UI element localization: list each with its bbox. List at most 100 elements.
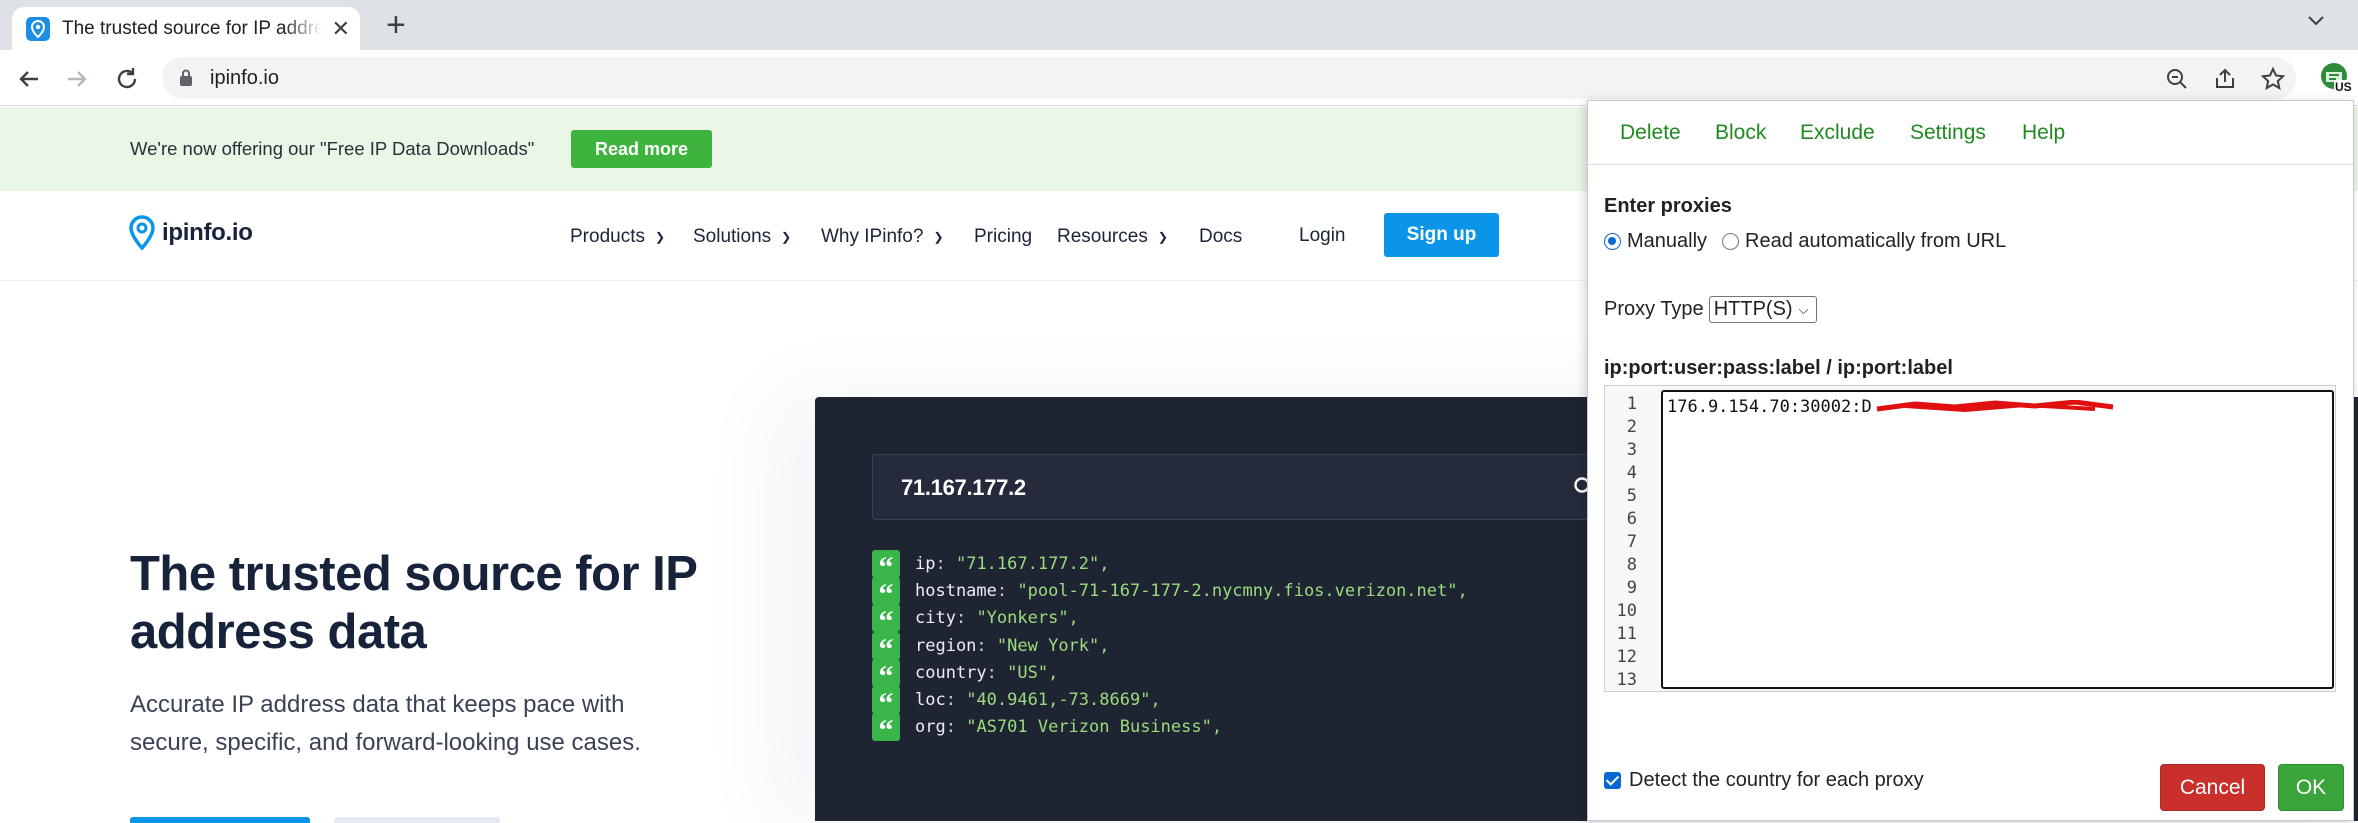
nav-pricing-label: Pricing (974, 226, 1033, 247)
nav-products-label: Products (570, 226, 645, 247)
line-number: 13 (1616, 670, 1637, 690)
json-row: “ ip: "71.167.177.2", (872, 550, 1110, 584)
json-value: "pool-71-167-177-2.nycmny.fios.verizon.n… (1017, 581, 1468, 602)
line-number: 2 (1626, 417, 1637, 437)
url-text[interactable]: ipinfo.io (210, 67, 279, 90)
redaction-scribble (1876, 400, 2114, 412)
line-number: 12 (1616, 647, 1637, 667)
nav-solutions[interactable]: Solutions ❯ (693, 226, 791, 248)
hero-primary-button[interactable] (130, 817, 310, 823)
menu-help[interactable]: Help (2022, 121, 2065, 145)
radio-url-label: Read automatically from URL (1745, 230, 2007, 252)
radio-manually-control[interactable] (1604, 233, 1621, 250)
proxy-extension-button[interactable]: US (2316, 58, 2356, 98)
json-key: ip (915, 554, 936, 574)
ipinfo-favicon-icon (26, 16, 50, 41)
browser-tab[interactable]: The trusted source for IP address data ✕ (12, 7, 360, 50)
banner-text: We're now offering our "Free IP Data Dow… (130, 138, 535, 159)
hero-secondary-button[interactable] (334, 817, 500, 823)
hero-subtitle: Accurate IP address data that keeps pace… (130, 691, 641, 756)
chevron-down-icon: ❯ (1157, 230, 1168, 244)
address-bar[interactable]: ipinfo.io (162, 57, 2296, 99)
read-more-button[interactable]: Read more (571, 130, 712, 168)
share-icon[interactable] (2212, 66, 2238, 92)
line-number-gutter: 1 2 3 4 5 6 7 8 9 10 11 12 13 (1605, 386, 1645, 691)
reload-icon[interactable] (112, 64, 142, 94)
lock-icon[interactable] (178, 68, 194, 88)
json-value: "40.9461,-73.8669", (966, 690, 1161, 710)
json-colon: : (986, 662, 1008, 683)
tab-list-chevron-icon[interactable] (2303, 8, 2329, 34)
popup-menu: Delete Block Exclude Settings Help (1588, 101, 2353, 165)
radio-url-control[interactable] (1722, 233, 1739, 250)
ip-search-input[interactable]: 71.167.177.2 (872, 454, 1594, 520)
line-number: 8 (1626, 555, 1637, 575)
proxy-line-1[interactable]: 176.9.154.70:30002:D (1667, 397, 1872, 417)
location-pin-logo-icon (129, 215, 155, 251)
json-row: “ region: "New York", (872, 631, 1110, 666)
ip-search-value[interactable]: 71.167.177.2 (901, 475, 1026, 501)
menu-delete[interactable]: Delete (1620, 121, 1681, 145)
chevron-down-icon: ❯ (781, 230, 792, 244)
menu-settings[interactable]: Settings (1910, 121, 1986, 145)
json-colon: : (935, 554, 956, 574)
proxy-type-row: Proxy Type HTTP(S) ⌵ (1604, 296, 1818, 323)
nav-resources[interactable]: Resources ❯ (1057, 226, 1168, 248)
json-row: “ loc: "40.9461,-73.8669", (872, 686, 1161, 720)
json-key: country (915, 662, 987, 683)
bookmark-star-icon[interactable] (2260, 66, 2286, 92)
json-value: "71.167.177.2", (955, 554, 1110, 574)
radio-read-from-url[interactable]: Read automatically from URL (1722, 230, 2006, 253)
radio-manually[interactable]: Manually (1604, 230, 1707, 253)
json-colon: : (945, 690, 967, 710)
json-key: loc (915, 690, 946, 710)
nav-why-ipinfo[interactable]: Why IPinfo? ❯ (821, 226, 944, 248)
hero-title: The trusted source for IP address data (130, 547, 697, 659)
nav-solutions-label: Solutions (693, 226, 772, 247)
json-colon: : (945, 717, 967, 738)
radio-manually-label: Manually (1627, 230, 1708, 252)
ok-button[interactable]: OK (2278, 764, 2344, 811)
proxy-type-label: Proxy Type (1604, 298, 1704, 320)
proxy-type-select[interactable]: HTTP(S) ⌵ (1708, 296, 1818, 323)
proxy-textarea[interactable]: 176.9.154.70:30002:D (1661, 390, 2334, 689)
nav-pricing[interactable]: Pricing (974, 226, 1032, 248)
json-row: “ country: "US", (872, 658, 1059, 693)
quote-icon: “ (872, 550, 900, 584)
json-key: city (915, 608, 956, 629)
nav-docs-label: Docs (1199, 226, 1243, 247)
quote-icon: “ (872, 658, 900, 693)
quote-icon: “ (872, 713, 900, 747)
json-value: "US", (1007, 662, 1059, 683)
line-number: 5 (1626, 486, 1637, 506)
login-link[interactable]: Login (1299, 225, 1346, 247)
json-row: “ org: "AS701 Verizon Business", (872, 713, 1222, 747)
menu-block[interactable]: Block (1715, 121, 1766, 145)
detect-country-checkbox[interactable]: Detect the country for each proxy (1604, 769, 1924, 792)
tab-close-icon[interactable]: ✕ (332, 17, 350, 40)
signup-button[interactable]: Sign up (1384, 213, 1499, 257)
json-colon: : (955, 608, 977, 629)
json-colon: : (996, 581, 1018, 602)
forward-arrow-icon[interactable] (62, 64, 92, 94)
enter-proxies-label: Enter proxies (1604, 195, 1732, 217)
json-row: “ city: "Yonkers", (872, 604, 1079, 638)
site-logo[interactable]: ipinfo.io (128, 215, 253, 251)
cancel-button[interactable]: Cancel (2160, 764, 2265, 811)
json-key: org (915, 717, 946, 738)
menu-exclude[interactable]: Exclude (1800, 121, 1875, 145)
detect-country-label: Detect the country for each proxy (1629, 769, 1924, 791)
line-number: 3 (1626, 440, 1637, 460)
line-number: 6 (1626, 509, 1637, 529)
json-value: "Yonkers", (976, 608, 1079, 629)
nav-docs[interactable]: Docs (1199, 226, 1242, 248)
nav-products[interactable]: Products ❯ (570, 226, 665, 248)
tab-title: The trusted source for IP address data (62, 17, 322, 39)
zoom-icon[interactable] (2164, 66, 2190, 92)
detect-country-check-control[interactable] (1604, 772, 1621, 789)
extension-badge: US (2334, 80, 2353, 94)
line-number: 10 (1616, 601, 1637, 621)
back-arrow-icon[interactable] (14, 64, 44, 94)
json-key: region (915, 635, 977, 656)
new-tab-icon[interactable]: + (386, 8, 406, 42)
